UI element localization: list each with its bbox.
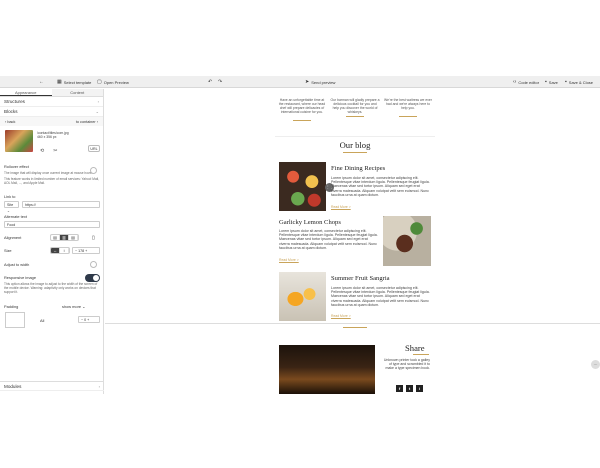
feature-text-2: Our barman will gladly prepare a delicio… [330, 98, 380, 114]
feature-divider-3 [399, 116, 417, 117]
post-image-3[interactable] [279, 272, 326, 321]
adjust-width-row: Adjust to width [0, 258, 103, 271]
read-more-link-1[interactable]: Read More > [331, 205, 351, 209]
arrow-left-icon: ← [39, 79, 44, 85]
redo-icon: ↷ [218, 79, 223, 85]
tab-appearance[interactable]: Appearance [0, 89, 52, 96]
settings-panel: Appearance Content Structures › Blocks ⌄ ‹… [0, 89, 104, 394]
size-fixed-icon[interactable]: ↕ [60, 248, 69, 253]
image-actions: ⟲ ✂ [40, 148, 57, 154]
panel-tabs: Appearance Content [0, 89, 103, 97]
save-button[interactable]: ▪ Save [542, 78, 561, 86]
send-preview-button[interactable]: ➤ Send preview [302, 78, 338, 86]
structures-section[interactable]: Structures › [0, 97, 103, 107]
share-title-underline [413, 354, 429, 355]
size-stepper[interactable]: − 178 + [72, 247, 100, 254]
align-right-icon[interactable]: ▤ [69, 235, 78, 240]
align-left-icon[interactable]: ▤ [51, 235, 60, 240]
responsive-row: Responsive image This option allows the … [0, 271, 103, 301]
size-mode-control[interactable]: ↔ ↕ [50, 247, 70, 254]
post-image-2[interactable] [383, 216, 431, 266]
post-text-2: Lorem ipsum dolor sit amet, consectetur … [279, 229, 378, 250]
top-toolbar: ← ▦ Select template ▢ Open Preview ↶ ↷ ➤ Se… [0, 76, 600, 88]
align-center-icon[interactable]: ▥ [60, 235, 69, 240]
rollover-row: Rollover effect The image that will disp… [4, 164, 100, 185]
chevron-right-icon: › [98, 383, 100, 389]
scroll-handle-icon[interactable]: ⋯ [591, 360, 600, 369]
tab-content[interactable]: Content [51, 89, 103, 96]
post-text-1: Lorem ipsum dolor sit amet, consectetur … [331, 176, 430, 197]
rollover-toggle[interactable] [90, 167, 97, 174]
canvas-separator [105, 323, 600, 324]
post-title-3: Summer Fruit Sangria [331, 275, 390, 282]
blocks-section[interactable]: Blocks ⌄ [0, 107, 103, 117]
post-title-2: Garlicky Lemon Chops [279, 219, 341, 226]
link-url-input[interactable]: https:// [22, 201, 100, 208]
replace-icon[interactable]: ⟲ [40, 148, 44, 154]
size-fit-icon[interactable]: ↔ [51, 248, 60, 253]
alt-text-row: Alternate text Food [0, 214, 103, 232]
image-meta: /contact/tiles/com.jpg 460 x 356 px [37, 131, 69, 139]
feature-text-3: We're the best waitress we ever had and … [384, 98, 432, 110]
post-text-3: Lorem ipsum dolor sit amet, consectetur … [331, 286, 430, 307]
responsive-toggle[interactable] [85, 274, 100, 282]
adjust-width-toggle[interactable] [90, 261, 97, 268]
save-icon: ▪ [545, 79, 547, 85]
email-body: Have an unforgettable time at the restau… [275, 89, 435, 394]
to-container-link[interactable]: to container › [76, 120, 98, 124]
feature-divider-2 [346, 116, 364, 117]
undo-icon: ↶ [208, 79, 213, 85]
template-icon: ▦ [57, 79, 62, 85]
instagram-icon[interactable]: i [416, 385, 423, 392]
blog-bottom-divider [343, 327, 367, 328]
alignment-control[interactable]: ▤ ▥ ▤ [50, 234, 79, 241]
code-icon: ‹› [513, 79, 517, 85]
size-row: Size ↔ ↕ − 178 + [0, 245, 103, 258]
share-title: Share [405, 343, 425, 353]
padding-row: Padding show more ⌄ All − 0 + [0, 301, 103, 341]
alignment-row: Alignment ▤ ▥ ▤ ▯ [4, 234, 95, 241]
padding-box-icon [5, 312, 25, 328]
back-link[interactable]: ‹ back [5, 120, 15, 124]
blog-title: Our blog [339, 140, 371, 150]
facebook-icon[interactable]: f [396, 385, 403, 392]
preview-icon: ▢ [97, 79, 102, 85]
post-title-1: Fine Dining Recipes [331, 165, 386, 172]
image-row: /contact/tiles/com.jpg 460 x 356 px ⟲ ✂ … [0, 126, 103, 160]
select-template-button[interactable]: ▦ Select template [54, 78, 94, 86]
chevron-right-icon: › [97, 99, 99, 104]
read-more-link-3[interactable]: Read More > [331, 314, 351, 318]
link-row: Link to Site ⌄ https:// [0, 194, 103, 214]
blog-title-underline [343, 152, 367, 153]
undo-button[interactable]: ↶ [205, 78, 215, 86]
crop-icon[interactable]: ✂ [53, 148, 57, 154]
alt-text-input[interactable]: Food [4, 221, 100, 228]
block-nav: ‹ back to container › [0, 117, 103, 126]
mobile-icon[interactable]: ▯ [92, 235, 95, 241]
image-thumbnail[interactable] [5, 130, 33, 152]
save-close-icon: ▪ [565, 79, 567, 85]
show-more-link[interactable]: show more ⌄ [62, 304, 85, 309]
email-canvas: Have an unforgettable time at the restau… [105, 89, 600, 394]
chevron-down-icon: ⌄ [95, 109, 99, 114]
feature-text-1: Have an unforgettable time at the restau… [278, 98, 326, 114]
link-type-select[interactable]: Site ⌄ [4, 201, 19, 213]
code-editor-button[interactable]: ‹› Code editor [510, 78, 542, 86]
post-image-1[interactable] [279, 162, 326, 211]
feature-divider-1 [293, 120, 311, 121]
share-text: Unknown printer took a galley of type an… [383, 358, 430, 371]
section-divider [275, 136, 435, 137]
open-preview-button[interactable]: ▢ Open Preview [94, 78, 132, 86]
twitter-icon[interactable]: t [406, 385, 413, 392]
read-more-link-2[interactable]: Read More > [279, 258, 299, 262]
url-button[interactable]: URL [88, 145, 100, 152]
send-icon: ➤ [305, 79, 310, 85]
share-image[interactable] [279, 345, 375, 394]
modules-section[interactable]: Modules › [0, 381, 104, 391]
padding-stepper[interactable]: − 0 + [78, 316, 100, 323]
redo-button[interactable]: ↷ [215, 78, 225, 86]
save-close-button[interactable]: ▪ Save & Close [562, 78, 596, 86]
back-button[interactable]: ← [36, 78, 47, 86]
